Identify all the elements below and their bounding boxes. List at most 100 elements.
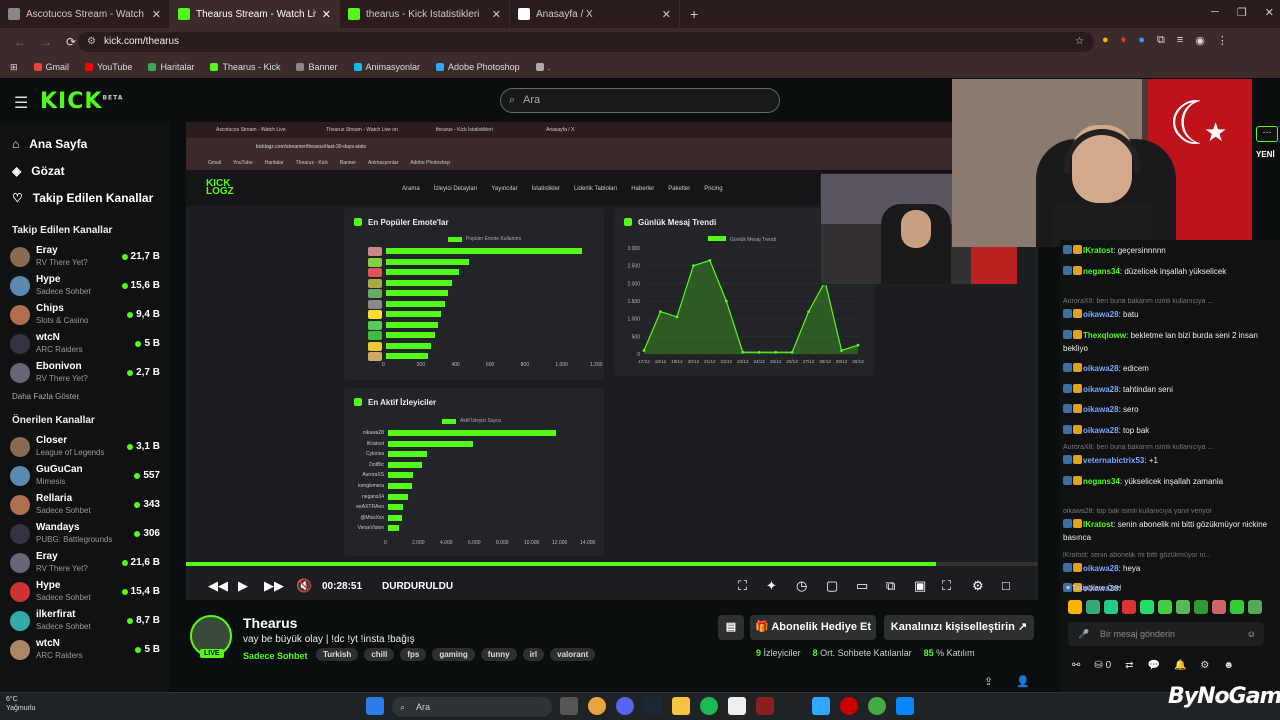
chat-username[interactable]: oikawa28 [1083,564,1119,573]
customize-channel-button[interactable]: Kanalınızı kişiselleştirin ↗ [884,615,1034,640]
chat-username[interactable]: oikawa28 [1083,385,1119,394]
chat-emote[interactable] [1068,600,1082,614]
site-info-icon[interactable]: ⚙ [87,32,96,52]
chat-username[interactable]: veternabictrix53 [1083,456,1144,465]
taskview-icon[interactable] [560,697,578,715]
browser-tab[interactable]: Ascotucos Stream - Watch Live ✕ [0,0,170,28]
mic-icon[interactable]: 🎤 [1078,622,1089,646]
stream-tag[interactable]: Turkish [316,648,359,661]
media-icon[interactable]: ≡ [1177,34,1183,47]
bookmark-5[interactable]: Animasyonlar [353,62,420,72]
chat-emote[interactable] [1176,600,1190,614]
streamer-name[interactable]: Thearus [243,615,297,631]
expand-icon[interactable]: □ [1002,578,1010,593]
channel-item[interactable]: Rellaria Sadece Sohbet 343 [0,490,170,519]
nav-browse[interactable]: ◈ Gözat [0,157,170,184]
kick-logo[interactable]: KICKBETA [40,89,123,114]
chat-emote[interactable] [1194,600,1208,614]
discord-icon[interactable] [616,697,634,715]
close-tab-icon[interactable]: ✕ [322,8,331,21]
folder-icon[interactable] [672,697,690,715]
chrome-icon[interactable] [588,697,606,715]
extension-icon[interactable]: ♦ [1121,34,1127,47]
stream-tag[interactable]: fps [400,648,427,661]
forward-icon[interactable]: → [40,35,52,49]
chat-bubble-icon[interactable]: 💬 [1148,660,1160,671]
app-icon[interactable] [756,697,774,715]
chat-emote[interactable] [1140,600,1154,614]
channel-item[interactable]: Hype Sadece Sohbet 15,4 B [0,577,170,606]
apps-grid-icon[interactable]: ⊞ [10,62,18,73]
play-icon[interactable]: ▶ [238,578,248,594]
channel-item[interactable]: Wandays PUBG: Battlegrounds 306 [0,519,170,548]
new-messages-badge[interactable]: YENİ [1256,150,1275,159]
chat-username[interactable]: lKratost [1083,246,1113,255]
reload-icon[interactable]: ⟳ [66,35,76,49]
channel-item[interactable]: wtcN ARC Raiders 5 B [0,635,170,664]
swap-icon[interactable]: ⇄ [1125,660,1133,671]
chat-username[interactable]: negans34 [1083,267,1120,276]
browser-tab[interactable]: Thearus Stream - Watch Live on Kick ✕ [170,0,340,28]
rewind-icon[interactable]: ◀◀ [208,578,228,594]
close-tab-icon[interactable]: ✕ [662,8,671,21]
share-icon[interactable]: ⇪ [984,675,993,688]
minimize-icon[interactable]: ─ [1211,6,1219,19]
chat-emote[interactable] [1230,600,1244,614]
clip-button[interactable]: ▤ [718,615,744,640]
app-icon[interactable] [840,697,858,715]
mute-icon[interactable]: 🔇 [296,578,312,594]
extension-icon[interactable]: ● [1102,34,1109,47]
channel-item[interactable]: Eray RV There Yet? 21,7 B [0,242,170,271]
stream-tag[interactable]: gaming [432,648,475,661]
channel-item[interactable]: ilkerfirat Sadece Sohbet 8,7 B [0,606,170,635]
chat-emote[interactable] [1104,600,1118,614]
show-more-link[interactable]: Daha Fazla Göster [0,392,170,401]
channel-item[interactable]: GuGuCan Mimesis 557 [0,461,170,490]
profile-icon[interactable]: ◉ [1195,34,1205,47]
clip-icon[interactable]: ⛶ [738,578,747,594]
chat-username[interactable]: oikawa28 [1083,426,1119,435]
chat-emote[interactable] [1212,600,1226,614]
menu-icon[interactable]: ⋮ [1217,34,1228,47]
bookmark-7[interactable]: . [535,62,550,72]
bookmark-2[interactable]: Haritalar [148,62,194,72]
chat-username[interactable]: Thexqloww [1083,331,1126,340]
bookmark-0[interactable]: Gmail [33,62,69,72]
epic-games-icon[interactable] [784,697,802,715]
photoshop-icon[interactable] [812,697,830,715]
settings-icon[interactable]: ⚙ [972,578,984,594]
link-icon[interactable]: ⚯ [1072,660,1080,671]
browser-tab[interactable]: Anasayfa / X ✕ [510,0,680,28]
channel-item[interactable]: Hype Sadece Sohbet 15,6 B [0,271,170,300]
close-tab-icon[interactable]: ✕ [492,8,501,21]
extension-icon[interactable]: ● [1138,34,1145,47]
progress-bar[interactable] [186,562,1038,566]
chat-username[interactable]: negans34 [1083,477,1120,486]
bookmark-3[interactable]: Thearus - Kick [210,62,280,72]
chat-emote[interactable] [1086,600,1100,614]
chat-emote[interactable] [1248,600,1262,614]
stream-tag[interactable]: irl [522,648,545,661]
puzzle-icon[interactable]: ⧉ [1157,34,1165,47]
obs-icon[interactable] [868,697,886,715]
stream-tag[interactable]: funny [480,648,517,661]
url-field[interactable]: ⚙ kick.com/thearus ☆ [78,32,1094,52]
nav-heart[interactable]: ♡ Takip Edilen Kanallar [0,184,170,211]
steam-icon[interactable] [644,697,662,715]
close-tab-icon[interactable]: ✕ [152,8,161,21]
chat-username[interactable]: oikawa28 [1083,364,1119,373]
capcut-icon[interactable] [728,697,746,715]
back-icon[interactable]: ← [14,35,26,49]
channel-item[interactable]: Eray RV There Yet? 21,6 B [0,548,170,577]
chat-emote[interactable] [1122,600,1136,614]
bookmark-6[interactable]: Adobe Photoshop [436,62,520,72]
emote-menu-icon[interactable]: ☻ [1223,660,1234,671]
stream-tag[interactable]: valorant [550,648,596,661]
spotify-icon[interactable] [700,697,718,715]
forward-icon[interactable]: ▶▶ [264,578,284,594]
weather-widget[interactable]: 6°C Yağmurlu [6,695,35,713]
stream-tag[interactable]: chill [364,648,395,661]
channel-item[interactable]: wtcN ARC Raiders 5 B [0,329,170,358]
nav-home[interactable]: ⌂ Ana Sayfa [0,130,170,157]
store-icon[interactable] [896,697,914,715]
